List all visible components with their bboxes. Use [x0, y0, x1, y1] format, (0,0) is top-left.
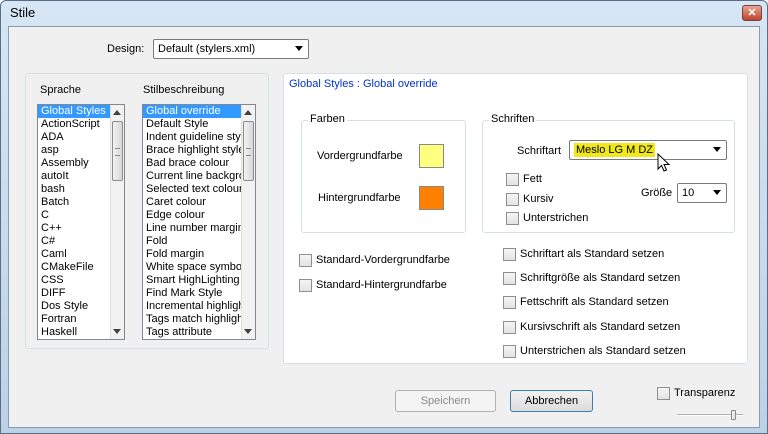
- underline-default-label: Unterstrichen als Standard setzen: [520, 345, 686, 357]
- checkbox-box[interactable]: [503, 296, 516, 309]
- fonts-group-title: Schriften: [489, 113, 537, 125]
- size-select-value: 10: [682, 187, 695, 199]
- scroll-up-icon[interactable]: [244, 110, 252, 115]
- colors-group-title: Farben: [308, 113, 347, 125]
- style-list-item[interactable]: Selected text colour: [143, 183, 255, 196]
- style-list-item[interactable]: Fold: [143, 235, 255, 248]
- italic-default-label: Kursivschrift als Standard setzen: [520, 321, 681, 333]
- style-list-item[interactable]: Global override: [143, 105, 255, 118]
- chevron-down-icon: [713, 190, 721, 195]
- font-label: Schriftart: [517, 145, 562, 157]
- window-title: Stile: [10, 5, 36, 20]
- checkbox-box[interactable]: [506, 212, 519, 225]
- style-list-item[interactable]: Default Style: [143, 118, 255, 131]
- scroll-up-icon[interactable]: [113, 110, 121, 115]
- size-label: Größe: [641, 187, 673, 199]
- checkbox-box[interactable]: [657, 387, 670, 400]
- style-detail-panel: Global Styles : Global override Farben V…: [283, 73, 748, 364]
- close-icon: ✕: [747, 7, 757, 19]
- checkbox-box[interactable]: [503, 248, 516, 261]
- style-list-item[interactable]: Edge colour: [143, 209, 255, 222]
- title-bar[interactable]: Stile ✕: [1, 1, 767, 25]
- style-header: Stilbeschreibung: [143, 84, 225, 96]
- checkbox-box[interactable]: [503, 321, 516, 334]
- checkbox-box[interactable]: [299, 254, 312, 267]
- checkbox-box[interactable]: [299, 279, 312, 292]
- font-default-label: Schriftart als Standard setzen: [520, 248, 665, 260]
- fonts-group: Schriften Schriftart Meslo LG M DZ Fett …: [482, 113, 735, 233]
- foreground-label: Vordergrundfarbe: [317, 150, 403, 162]
- style-list-item[interactable]: Current line background: [143, 170, 255, 183]
- size-default-label: Schriftgröße als Standard setzen: [520, 272, 681, 284]
- save-button[interactable]: Speichern: [395, 390, 496, 412]
- checkbox-box[interactable]: [503, 345, 516, 358]
- standard-background-label: Standard-Hintergrundfarbe: [316, 279, 447, 291]
- style-list-item[interactable]: Brace highlight style: [143, 144, 255, 157]
- bold-label: Fett: [523, 173, 542, 185]
- scroll-thumb[interactable]: [112, 121, 123, 181]
- style-list-item[interactable]: Tags match highlighting: [143, 313, 255, 326]
- style-list-item[interactable]: Indent guideline style: [143, 131, 255, 144]
- style-list[interactable]: Global override Default Style Indent guide…: [142, 104, 256, 340]
- checkbox-box[interactable]: [506, 193, 519, 206]
- style-list-item[interactable]: Line number margin: [143, 222, 255, 235]
- dialog-client-area: Design: Default (stylers.xml) Sprache St…: [8, 26, 760, 428]
- style-list-item[interactable]: Caret colour: [143, 196, 255, 209]
- style-items: Global override Default Style Indent guide…: [143, 105, 255, 339]
- design-select-value: Default (stylers.xml): [158, 43, 256, 55]
- style-list-item[interactable]: Tags attribute: [143, 326, 255, 339]
- size-select[interactable]: 10: [677, 183, 727, 203]
- language-header: Sprache: [40, 84, 81, 96]
- background-color-swatch[interactable]: [419, 186, 444, 210]
- style-list-item[interactable]: Smart HighLighting: [143, 274, 255, 287]
- detail-heading: Global Styles : Global override: [289, 78, 438, 90]
- scroll-down-icon[interactable]: [244, 329, 252, 334]
- style-list-item[interactable]: Fold margin: [143, 248, 255, 261]
- styles-dialog: Stile ✕ Design: Default (stylers.xml) Sp…: [0, 0, 768, 434]
- mouse-pointer-icon: [657, 153, 671, 172]
- design-label: Design:: [107, 43, 145, 55]
- language-list[interactable]: Global Styles ActionScript ADA asp Assembly a…: [37, 104, 125, 340]
- scroll-thumb[interactable]: [243, 121, 254, 181]
- style-list-item[interactable]: Find Mark Style: [143, 287, 255, 300]
- close-button[interactable]: ✕: [742, 5, 762, 21]
- background-label: Hintergrundfarbe: [318, 192, 401, 204]
- font-select[interactable]: Meslo LG M DZ: [569, 140, 727, 160]
- design-select[interactable]: Default (stylers.xml): [153, 39, 309, 59]
- transparency-label: Transparenz: [674, 387, 736, 399]
- style-list-item[interactable]: Incremental highlight: [143, 300, 255, 313]
- style-list-item[interactable]: Bad brace colour: [143, 157, 255, 170]
- font-select-value: Meslo LG M DZ: [574, 143, 656, 157]
- style-scrollbar[interactable]: [241, 105, 255, 339]
- italic-label: Kursiv: [523, 193, 554, 205]
- underline-label: Unterstrichen: [523, 212, 589, 224]
- cancel-button[interactable]: Abbrechen: [510, 390, 593, 412]
- colors-group: Farben Vordergrundfarbe Hintergrundfarbe: [301, 113, 466, 233]
- list-panel: Sprache Stilbeschreibung Global Styles Ac…: [25, 73, 269, 349]
- standard-foreground-label: Standard-Vordergrundfarbe: [316, 254, 450, 266]
- checkbox-box[interactable]: [506, 173, 519, 186]
- scroll-down-icon[interactable]: [113, 329, 121, 334]
- chevron-down-icon: [713, 147, 721, 152]
- language-scrollbar[interactable]: [110, 105, 124, 339]
- chevron-down-icon: [295, 46, 303, 51]
- bold-default-label: Fettschrift als Standard setzen: [520, 296, 669, 308]
- transparency-slider-thumb[interactable]: [731, 410, 737, 420]
- style-list-item[interactable]: White space symbol: [143, 261, 255, 274]
- checkbox-box[interactable]: [503, 272, 516, 285]
- foreground-color-swatch[interactable]: [419, 144, 444, 168]
